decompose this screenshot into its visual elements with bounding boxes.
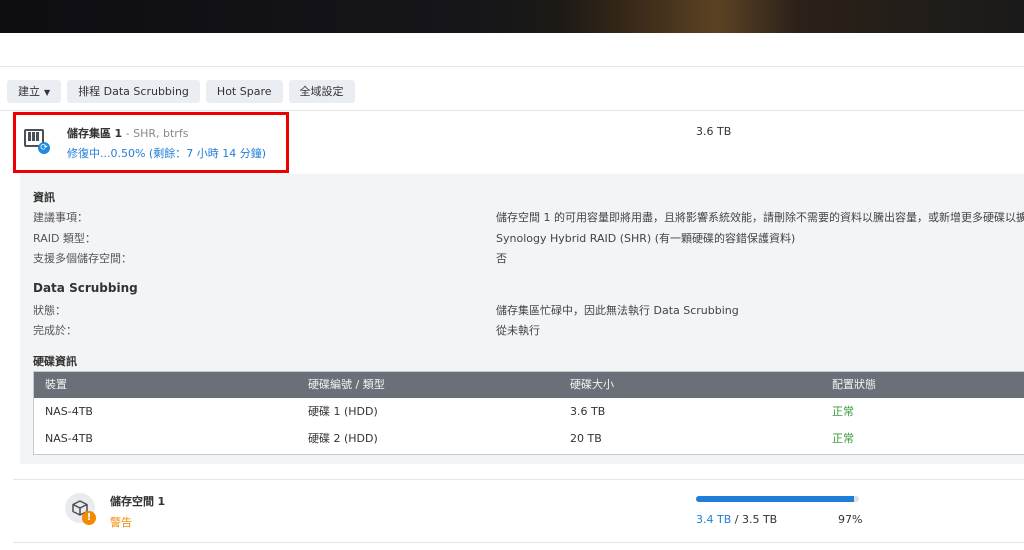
usage-progress-fill <box>696 496 855 502</box>
disk-device: NAS-4TB <box>45 432 93 445</box>
usage-progress-bar <box>696 496 859 502</box>
scrubbing-label: 完成於： <box>33 324 77 337</box>
caret-down-icon: ▼ <box>44 88 51 97</box>
pool-size: 3.6 TB <box>696 125 732 138</box>
table-row[interactable]: NAS-4TB 硬碟 2 (HDD) 20 TB 正常 <box>34 425 1024 452</box>
divider <box>0 66 1024 67</box>
disk-number-type: 硬碟 1 (HDD) <box>308 405 378 418</box>
column-header[interactable]: 硬碟編號 / 類型 <box>308 372 385 398</box>
disk-size: 3.6 TB <box>570 405 606 418</box>
disk-status: 正常 <box>832 432 854 445</box>
hot-spare-button[interactable]: Hot Spare <box>205 80 283 103</box>
info-value: 儲存空間 1 的可用容量即將用盡，且將影響系統效能，請刪除不需要的資料以騰出容量… <box>496 211 1024 224</box>
info-label: RAID 類型： <box>33 232 96 245</box>
volume-row[interactable]: ! 儲存空間 1 警告 3.4 TB / 3.5 TB 97% <box>13 479 1024 543</box>
total-capacity: / 3.5 TB <box>731 513 778 526</box>
global-settings-button[interactable]: 全域設定 <box>288 80 355 103</box>
volume-status: 警告 <box>110 516 132 529</box>
disk-info-section-title: 硬碟資訊 <box>33 355 77 368</box>
info-label: 支援多個儲存空間： <box>33 252 132 265</box>
used-capacity: 3.4 TB <box>696 513 732 526</box>
disk-number-type: 硬碟 2 (HDD) <box>308 432 378 445</box>
table-header: 裝置 硬碟編號 / 類型 硬碟大小 配置狀態 <box>34 372 1024 398</box>
scrubbing-label: 狀態： <box>33 304 66 317</box>
volume-name: 儲存空間 <box>110 495 154 508</box>
volume-cube-icon: ! <box>65 493 97 525</box>
create-button[interactable]: 建立 ▼ <box>7 80 62 103</box>
info-value: Synology Hybrid RAID (SHR) (有一顆硬碟的容錯保護資料… <box>496 232 796 245</box>
usage-percent: 97% <box>838 513 863 526</box>
disk-device: NAS-4TB <box>45 405 93 418</box>
usage-text: 3.4 TB / 3.5 TB <box>696 513 777 526</box>
volume-title: 儲存空間 1 <box>110 493 165 509</box>
disk-size: 20 TB <box>570 432 602 445</box>
info-label: 建議事項： <box>33 211 88 224</box>
highlight-box <box>13 112 289 173</box>
pool-detail-panel: 資訊 建議事項： 儲存空間 1 的可用容量即將用盡，且將影響系統效能，請刪除不需… <box>20 174 1024 464</box>
info-section-title: 資訊 <box>33 191 55 204</box>
scrubbing-value: 儲存集區忙碌中，因此無法執行 Data Scrubbing <box>496 304 739 317</box>
column-header[interactable]: 裝置 <box>45 372 67 398</box>
schedule-data-scrubbing-button[interactable]: 排程 Data Scrubbing <box>67 80 200 103</box>
create-button-label: 建立 <box>18 85 40 98</box>
column-header[interactable]: 硬碟大小 <box>570 372 614 398</box>
volume-index: 1 <box>157 495 166 508</box>
column-header[interactable]: 配置狀態 <box>832 372 876 398</box>
disk-table: 裝置 硬碟編號 / 類型 硬碟大小 配置狀態 NAS-4TB 硬碟 1 (HDD… <box>33 371 1024 455</box>
warning-icon: ! <box>82 511 96 525</box>
info-value: 否 <box>496 252 507 265</box>
disk-status: 正常 <box>832 405 854 418</box>
header-banner <box>0 0 1024 33</box>
divider <box>0 110 1024 111</box>
scrubbing-value: 從未執行 <box>496 324 540 337</box>
scrubbing-section-title: Data Scrubbing <box>33 281 138 295</box>
table-row[interactable]: NAS-4TB 硬碟 1 (HDD) 3.6 TB 正常 <box>34 398 1024 425</box>
toolbar: 建立 ▼ 排程 Data Scrubbing Hot Spare 全域設定 <box>7 80 355 103</box>
